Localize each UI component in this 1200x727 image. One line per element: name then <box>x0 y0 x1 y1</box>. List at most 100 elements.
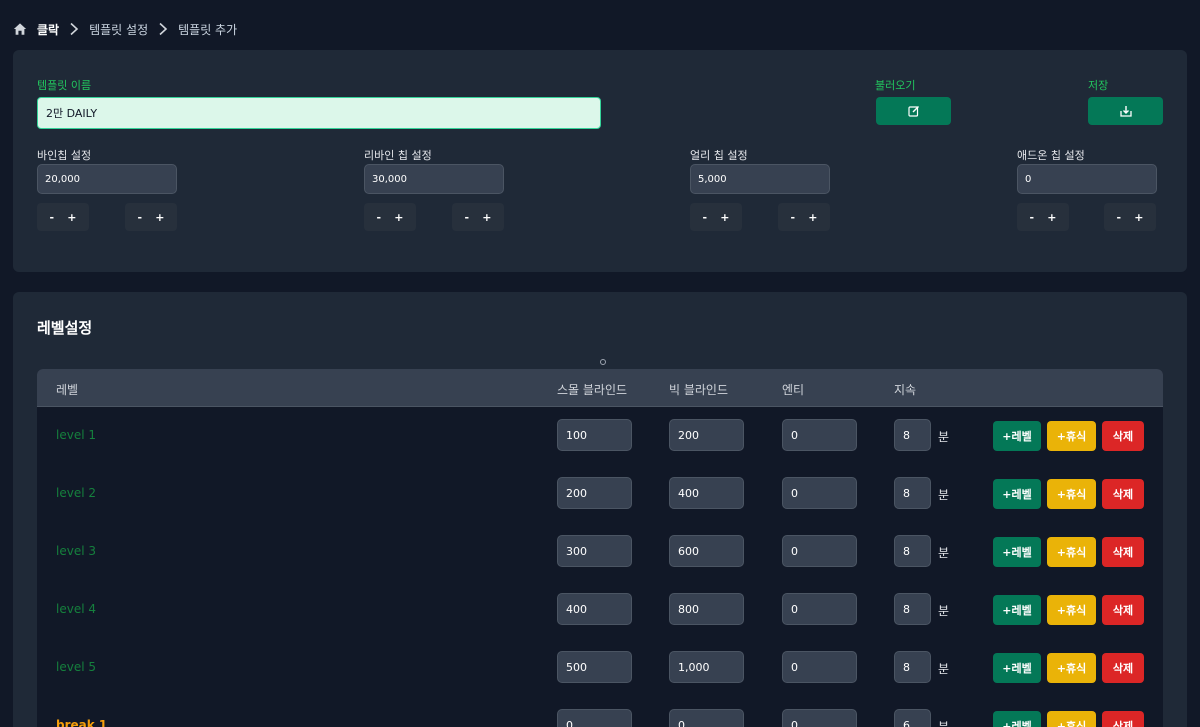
plus-button[interactable]: + <box>1134 211 1143 224</box>
big-blind-input[interactable]: 1,000 <box>669 651 744 683</box>
minus-button[interactable]: - <box>791 211 796 224</box>
delete-button[interactable]: 삭제 <box>1102 595 1144 625</box>
add-level-button[interactable]: +레벨 <box>993 537 1041 567</box>
delete-button[interactable]: 삭제 <box>1102 479 1144 509</box>
level-name: level 4 <box>56 602 96 616</box>
addon-chip-input[interactable]: 0 <box>1017 164 1157 194</box>
ante-input[interactable]: 0 <box>782 477 857 509</box>
small-blind-input[interactable]: 100 <box>557 419 632 451</box>
minus-button[interactable]: - <box>377 211 382 224</box>
small-blind-input[interactable]: 400 <box>557 593 632 625</box>
add-level-button[interactable]: +레벨 <box>993 711 1041 727</box>
col-level: 레벨 <box>56 383 79 397</box>
small-blind-input[interactable]: 0 <box>557 709 632 727</box>
plus-button[interactable]: + <box>720 211 729 224</box>
chevron-right-icon <box>70 22 79 36</box>
minus-button[interactable]: - <box>50 211 55 224</box>
big-blind-input[interactable]: 400 <box>669 477 744 509</box>
ante-input[interactable]: 0 <box>782 709 857 727</box>
ante-input[interactable]: 0 <box>782 651 857 683</box>
add-level-button[interactable]: +레벨 <box>993 479 1041 509</box>
save-button[interactable] <box>1088 97 1163 125</box>
plus-button[interactable]: + <box>808 211 817 224</box>
plus-button[interactable]: + <box>67 211 76 224</box>
minus-button[interactable]: - <box>1030 211 1035 224</box>
ante-input[interactable]: 0 <box>782 593 857 625</box>
add-level-button[interactable]: +레벨 <box>993 595 1041 625</box>
template-settings-card: 템플릿 이름 2만 DAILY 불러오기 저장 바인칩 설정 20,000 - +… <box>13 50 1187 272</box>
rebuy-stepper-2[interactable]: - + <box>452 203 504 231</box>
rebuy-chip-label: 리바인 칩 설정 <box>364 149 432 162</box>
duration-unit: 분 <box>938 546 950 560</box>
delete-button[interactable]: 삭제 <box>1102 537 1144 567</box>
plus-button[interactable]: + <box>155 211 164 224</box>
minus-button[interactable]: - <box>465 211 470 224</box>
add-rest-button[interactable]: +휴식 <box>1047 479 1096 509</box>
early-chip-input[interactable]: 5,000 <box>690 164 830 194</box>
addon-stepper-1[interactable]: - + <box>1017 203 1069 231</box>
template-name-label: 템플릿 이름 <box>37 79 92 92</box>
save-label: 저장 <box>1088 79 1109 92</box>
add-rest-button[interactable]: +휴식 <box>1047 537 1096 567</box>
small-blind-input[interactable]: 200 <box>557 477 632 509</box>
duration-input[interactable]: 8 <box>894 651 931 683</box>
col-ante: 엔티 <box>782 383 805 397</box>
ante-input[interactable]: 0 <box>782 419 857 451</box>
big-blind-input[interactable]: 800 <box>669 593 744 625</box>
add-rest-button[interactable]: +휴식 <box>1047 595 1096 625</box>
breadcrumb-item-clock[interactable]: 클락 <box>37 21 59 38</box>
minus-button[interactable]: - <box>703 211 708 224</box>
duration-input[interactable]: 8 <box>894 477 931 509</box>
add-rest-button[interactable]: +휴식 <box>1047 711 1096 727</box>
addon-stepper-2[interactable]: - + <box>1104 203 1156 231</box>
add-level-button[interactable]: +레벨 <box>993 421 1041 451</box>
chevron-right-icon <box>159 22 168 36</box>
big-blind-input[interactable]: 600 <box>669 535 744 567</box>
small-blind-input[interactable]: 500 <box>557 651 632 683</box>
buyin-chip-input[interactable]: 20,000 <box>37 164 177 194</box>
duration-input[interactable]: 8 <box>894 535 931 567</box>
edit-icon <box>907 106 919 117</box>
early-stepper-2[interactable]: - + <box>778 203 830 231</box>
ante-input[interactable]: 0 <box>782 535 857 567</box>
rebuy-stepper-1[interactable]: - + <box>364 203 416 231</box>
level-settings-card: 레벨설정 레벨 스몰 블라인드 빅 블라인드 엔티 지속 level 1 100… <box>13 292 1187 727</box>
plus-button[interactable]: + <box>1047 211 1056 224</box>
delete-button[interactable]: 삭제 <box>1102 653 1144 683</box>
minus-button[interactable]: - <box>1117 211 1122 224</box>
breadcrumb-item-template-settings[interactable]: 템플릿 설정 <box>89 21 148 38</box>
home-icon[interactable] <box>13 22 27 36</box>
duration-unit: 분 <box>938 604 950 618</box>
level-name: level 3 <box>56 544 96 558</box>
early-chip-label: 얼리 칩 설정 <box>690 149 748 162</box>
plus-button[interactable]: + <box>482 211 491 224</box>
big-blind-input[interactable]: 200 <box>669 419 744 451</box>
drag-handle-icon[interactable] <box>600 359 606 365</box>
duration-input[interactable]: 8 <box>894 419 931 451</box>
add-rest-button[interactable]: +휴식 <box>1047 421 1096 451</box>
duration-input[interactable]: 8 <box>894 593 931 625</box>
delete-button[interactable]: 삭제 <box>1102 421 1144 451</box>
break-name: break 1 <box>56 718 108 727</box>
minus-button[interactable]: - <box>138 211 143 224</box>
delete-button[interactable]: 삭제 <box>1102 711 1144 727</box>
buyin-stepper-1[interactable]: - + <box>37 203 89 231</box>
table-header: 레벨 스몰 블라인드 빅 블라인드 엔티 지속 <box>37 369 1163 407</box>
duration-input[interactable]: 6 <box>894 709 931 727</box>
early-stepper-1[interactable]: - + <box>690 203 742 231</box>
levels-table: 레벨 스몰 블라인드 빅 블라인드 엔티 지속 level 1 100 200 … <box>37 369 1163 727</box>
duration-unit: 분 <box>938 662 950 676</box>
load-label: 불러오기 <box>875 79 916 92</box>
template-name-input[interactable]: 2만 DAILY <box>37 97 601 129</box>
duration-unit: 분 <box>938 430 950 444</box>
rebuy-chip-input[interactable]: 30,000 <box>364 164 504 194</box>
add-level-button[interactable]: +레벨 <box>993 653 1041 683</box>
small-blind-input[interactable]: 300 <box>557 535 632 567</box>
table-row: level 1 100 200 0 8 분 +레벨 +휴식 삭제 <box>37 407 1163 465</box>
buyin-stepper-2[interactable]: - + <box>125 203 177 231</box>
buyin-chip-label: 바인칩 설정 <box>37 149 92 162</box>
plus-button[interactable]: + <box>394 211 403 224</box>
load-button[interactable] <box>876 97 951 125</box>
add-rest-button[interactable]: +휴식 <box>1047 653 1096 683</box>
big-blind-input[interactable]: 0 <box>669 709 744 727</box>
